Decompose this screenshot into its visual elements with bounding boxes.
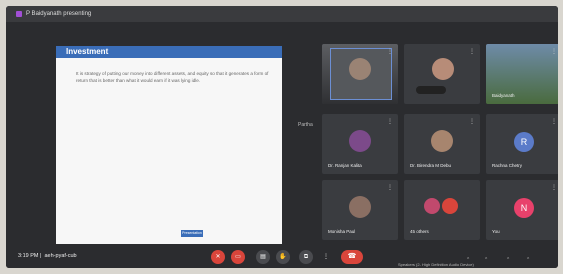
bottom-controls: 3:19 PM | aeh-pyaf-cub ✕ ▭ ▤ ✋ ⧉ ⋮ ☎ [6, 244, 558, 268]
camera-off-icon[interactable]: ▭ [231, 250, 245, 264]
meeting-time-code: 3:19 PM | aeh-pyaf-cub [18, 253, 77, 259]
participant-tile[interactable]: R Rachna Chetry ⋮ [486, 114, 558, 174]
shared-slide: Investment It is strategy of putting our… [56, 46, 282, 254]
participant-tile[interactable]: ⋮ [322, 44, 398, 104]
mic-off-icon[interactable]: ✕ [211, 250, 225, 264]
participant-face [349, 58, 371, 80]
present-icon [16, 11, 22, 17]
participant-tile[interactable]: Dr. Ranjan Kalita ⋮ [322, 114, 398, 174]
participant-face [424, 198, 440, 214]
more-icon[interactable]: ⋮ [387, 118, 393, 125]
participant-avatar: R [514, 132, 534, 152]
participant-avatar: N [514, 198, 534, 218]
participant-tile[interactable]: 45 others [404, 180, 480, 240]
meeting-window: P Baidyanath presenting Investment It is… [6, 6, 558, 268]
captions-icon[interactable]: ▤ [256, 250, 270, 264]
present-screen-icon[interactable]: ⧉ [299, 250, 313, 264]
slide-body: It is strategy of putting our money into… [76, 71, 269, 83]
participant-name: Monisha Paul [328, 229, 356, 234]
participant-name: Dr. Ranjan Kalita [328, 163, 362, 168]
participant-tile[interactable]: Monisha Paul ⋮ [322, 180, 398, 240]
chat-icon[interactable]: ⌃ [506, 257, 510, 263]
presenting-bar: P Baidyanath presenting [6, 6, 558, 22]
time-label: 3:19 PM [18, 253, 39, 259]
slide-button: Presentation [181, 230, 203, 237]
participant-name: Rachna Chetry [492, 163, 523, 168]
participant-face [442, 198, 458, 214]
participant-tile[interactable]: ⋮ [404, 44, 480, 104]
more-icon[interactable]: ⋮ [551, 184, 557, 191]
presenting-text: P Baidyanath presenting [26, 11, 92, 17]
speaker-device-label: Speakers (2- High Definition Audio Devic… [398, 262, 474, 267]
participant-chip [416, 86, 446, 94]
participant-name: Dr. Birendra M Debu [410, 163, 452, 168]
more-icon[interactable]: ⋮ [551, 48, 557, 55]
participant-face [431, 130, 453, 152]
more-icon[interactable]: ⋮ [469, 48, 475, 55]
slide-title: Investment [66, 47, 109, 56]
participant-tile[interactable]: N You ⋮ [486, 180, 558, 240]
presenter-name: Partha [298, 122, 313, 128]
people-icon[interactable]: ⌃ [484, 257, 488, 263]
participant-face [349, 130, 371, 152]
end-call-button[interactable]: ☎ [341, 250, 363, 264]
raise-hand-icon[interactable]: ✋ [276, 250, 290, 264]
more-icon[interactable]: ⋮ [551, 118, 557, 125]
activities-icon[interactable]: ⌃ [526, 257, 530, 263]
participant-name: 45 others [410, 229, 429, 234]
more-icon[interactable]: ⋮ [469, 118, 475, 125]
participant-face [349, 196, 371, 218]
more-icon[interactable]: ⋮ [387, 48, 393, 55]
participant-tile[interactable]: Dr. Birendra M Debu ⋮ [404, 114, 480, 174]
meeting-code: aeh-pyaf-cub [44, 253, 77, 259]
participant-face [432, 58, 454, 80]
participant-tile[interactable]: Baidyanath ⋮ [486, 44, 558, 104]
participant-name: Baidyanath [492, 93, 515, 98]
more-icon[interactable]: ⋮ [387, 184, 393, 191]
participant-name: You [492, 229, 500, 234]
more-options-icon[interactable]: ⋮ [319, 250, 333, 264]
